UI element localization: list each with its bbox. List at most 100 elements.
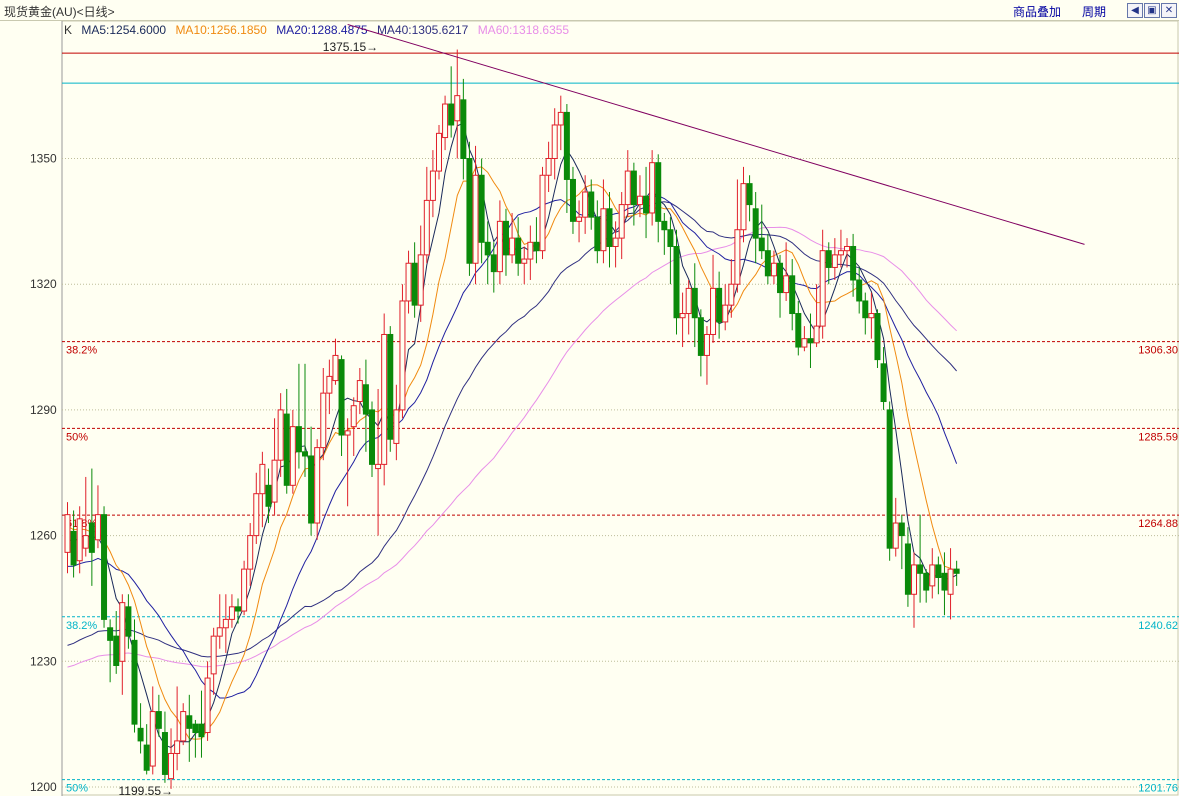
candle-down xyxy=(898,522,905,537)
candle-up xyxy=(710,287,717,335)
candle-down xyxy=(862,300,869,319)
candle-down xyxy=(789,275,796,315)
candle-down xyxy=(795,313,802,348)
candle-up xyxy=(76,518,83,562)
candle-down xyxy=(941,572,948,591)
candle-down xyxy=(161,732,168,775)
candle-up xyxy=(618,204,625,239)
candle-up xyxy=(399,300,406,411)
low-marker-label: 1199.55→ xyxy=(119,784,174,796)
candle-up xyxy=(813,325,820,344)
candle-up xyxy=(320,392,327,449)
candle-down xyxy=(448,103,455,126)
candle-down xyxy=(502,220,509,256)
trendline xyxy=(347,23,1085,245)
candle-down xyxy=(594,216,601,252)
candle-down xyxy=(460,99,467,159)
candle-up xyxy=(636,195,643,206)
candlestick-chart[interactable]: 1200 1230 1260 1290 1320 1350 38.2% 1306.30 50% 1… xyxy=(0,0,1179,796)
candle-down xyxy=(295,426,302,453)
candle-down xyxy=(630,170,637,206)
fib-pct-label: 38.2% xyxy=(66,620,97,632)
candle-down xyxy=(764,250,771,277)
candle-down xyxy=(935,564,942,578)
candle-up xyxy=(892,522,899,549)
fib-pct-label: 50% xyxy=(66,783,88,795)
candle-up xyxy=(624,170,631,206)
candle-down xyxy=(880,363,887,403)
candle-down xyxy=(411,262,418,306)
candle-up xyxy=(168,752,175,780)
candle-up xyxy=(496,220,503,273)
candle-up xyxy=(356,380,363,403)
candle-up xyxy=(679,313,686,319)
candle-down xyxy=(484,241,491,256)
y-tick-label: 1260 xyxy=(30,529,57,543)
candle-up xyxy=(868,313,875,319)
y-tick-label: 1320 xyxy=(30,277,57,291)
candle-up xyxy=(423,199,430,256)
candle-up xyxy=(204,677,211,734)
candle-up xyxy=(801,338,808,348)
candle-down xyxy=(466,158,473,264)
candle-up xyxy=(216,627,223,637)
candle-down xyxy=(850,245,857,281)
candle-down xyxy=(563,111,570,180)
candle-down xyxy=(362,384,369,415)
plot-frame xyxy=(61,20,1179,796)
candle-up xyxy=(210,635,217,675)
candle-up xyxy=(405,262,412,302)
candle-up xyxy=(472,174,479,264)
candle-up xyxy=(947,568,954,595)
candle-up xyxy=(819,250,826,327)
candle-down xyxy=(235,606,242,612)
candle-up xyxy=(722,304,729,323)
candle-up xyxy=(685,287,692,315)
candle-up xyxy=(837,250,844,256)
y-tick-label: 1230 xyxy=(30,654,57,668)
candle-down xyxy=(917,564,924,574)
candle-down xyxy=(137,727,144,742)
candle-down xyxy=(569,178,576,222)
candle-down xyxy=(101,514,108,620)
y-tick-label: 1290 xyxy=(30,403,57,417)
candle-down xyxy=(758,237,765,252)
candle-down xyxy=(533,241,540,252)
fib-price-label: 1285.59 xyxy=(1138,431,1178,443)
candle-down xyxy=(192,723,199,734)
high-marker-label: 1375.15→ xyxy=(323,40,378,54)
candle-up xyxy=(582,191,589,218)
candle-down xyxy=(70,530,77,566)
candle-down xyxy=(953,568,960,574)
candle-up xyxy=(277,409,284,461)
candle-up xyxy=(783,275,790,294)
candle-up xyxy=(375,463,382,470)
candle-up xyxy=(734,229,741,285)
candle-down xyxy=(807,338,814,344)
candle-up xyxy=(381,333,388,465)
candle-up xyxy=(831,254,838,268)
fib-pct-label: 50% xyxy=(66,431,88,443)
candle-down xyxy=(143,744,150,771)
candle-up xyxy=(180,711,187,742)
candle-down xyxy=(691,287,698,319)
candle-down xyxy=(490,254,497,273)
candle-up xyxy=(557,111,564,126)
candle-down xyxy=(155,711,162,729)
candle-down xyxy=(308,455,315,524)
candle-down xyxy=(667,229,674,247)
candle-down xyxy=(874,313,881,361)
candle-up xyxy=(929,564,936,587)
y-tick-label: 1200 xyxy=(30,780,57,794)
candle-up xyxy=(509,237,516,256)
candle-up xyxy=(344,430,351,436)
candle-down xyxy=(673,245,680,319)
candle-up xyxy=(417,254,424,306)
candle-down xyxy=(113,635,120,666)
candle-down xyxy=(186,715,193,729)
candle-up xyxy=(527,241,534,260)
candle-down xyxy=(655,162,662,222)
fib-price-label: 1306.30 xyxy=(1138,345,1178,357)
candle-up xyxy=(247,535,254,570)
candle-up xyxy=(911,564,918,595)
